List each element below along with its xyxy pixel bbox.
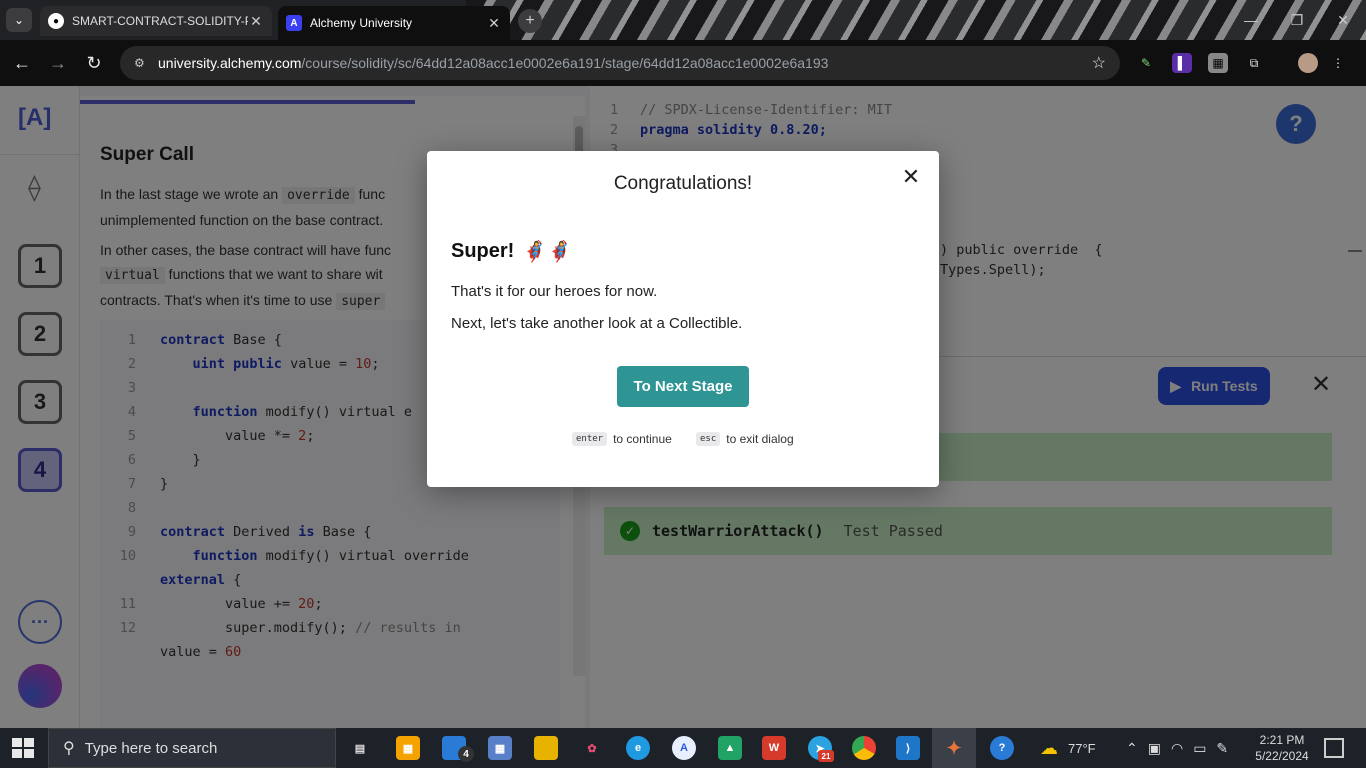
dialog-title: Congratulations!	[613, 173, 753, 194]
weather-temp: 77°F	[1068, 740, 1096, 756]
url-host: university.alchemy.com	[158, 55, 302, 71]
enter-key: enter	[572, 432, 608, 446]
clock-time: 2:21 PM	[1259, 733, 1305, 747]
app-icon[interactable]: ✿	[580, 736, 604, 760]
address-bar[interactable]: ⚙ university.alchemy.com/course/solidity…	[120, 46, 1120, 80]
camera-icon[interactable]: ▣	[1148, 740, 1161, 757]
app-icon[interactable]: ✦	[942, 736, 966, 760]
wps-icon[interactable]: W	[762, 736, 786, 760]
mail-badge: 4	[458, 746, 474, 762]
edge-icon[interactable]: e	[626, 736, 650, 760]
back-icon[interactable]: ←	[10, 51, 34, 75]
congratulations-dialog: Congratulations! ✕ Super! 🦸‍♀️🦸‍♀️ That'…	[427, 151, 939, 487]
file-explorer-icon[interactable]	[534, 736, 558, 760]
vscode-icon[interactable]: ⟩	[896, 736, 920, 760]
telegram-badge: 21	[818, 750, 834, 762]
esc-hint: esc to exit dialog	[696, 432, 794, 446]
battery-icon[interactable]: ▭	[1193, 740, 1206, 757]
esc-key: esc	[696, 432, 721, 446]
dialog-heading: Super! 🦸‍♀️🦸‍♀️	[451, 240, 573, 263]
tab-search-button[interactable]: ⌄	[6, 8, 32, 32]
stocks-icon[interactable]: ▲	[718, 736, 742, 760]
next-stage-button[interactable]: To Next Stage	[617, 366, 749, 407]
wifi-icon[interactable]: ◠	[1171, 740, 1183, 757]
dialog-text-2: Next, let's take another look at a Colle…	[451, 315, 743, 332]
chevron-up-icon[interactable]: ⌃	[1126, 740, 1138, 757]
search-placeholder: Type here to search	[84, 739, 218, 757]
task-view-icon[interactable]: ▤	[348, 736, 372, 760]
superhero-emoji: 🦸‍♀️🦸‍♀️	[522, 241, 573, 263]
extension-icon[interactable]: ✎	[1136, 53, 1156, 73]
clock-date: 5/22/2024	[1255, 749, 1309, 763]
browser-toolbar: ← → ↻ ⚙ university.alchemy.com/course/so…	[0, 40, 1366, 86]
system-tray: ⌃ ▣ ◠ ▭ ✎	[1126, 728, 1228, 768]
tab-github[interactable]: ● SMART-CONTRACT-SOLIDITY-P ✕	[40, 6, 272, 36]
close-window-icon[interactable]: ✕	[1328, 8, 1358, 32]
help-icon[interactable]: ?	[990, 736, 1014, 760]
weather-widget[interactable]: ☁ 77°F	[1040, 728, 1096, 768]
close-tab-icon[interactable]: ✕	[248, 13, 264, 30]
app-store-icon[interactable]: A	[672, 736, 696, 760]
tab-strip-background	[466, 0, 1366, 40]
site-info-icon[interactable]: ⚙	[134, 56, 148, 70]
tab-title: Alchemy University	[310, 16, 413, 30]
alchemy-icon: A	[286, 15, 302, 31]
windows-taskbar: ⚲ Type here to search ▤ ▦ 4 ▦ ✿ e A ▲ W …	[0, 728, 1366, 768]
store-icon[interactable]: ▦	[396, 736, 420, 760]
pen-icon[interactable]: ✎	[1216, 740, 1228, 757]
extension-icon[interactable]: ▌	[1172, 53, 1192, 73]
chrome-icon[interactable]	[852, 736, 876, 760]
bookmark-star-icon[interactable]: ☆	[1092, 53, 1106, 73]
profile-avatar[interactable]	[1298, 53, 1318, 73]
browser-tab-strip: ⌄ ● SMART-CONTRACT-SOLIDITY-P ✕ A Alchem…	[0, 0, 1366, 40]
clock[interactable]: 2:21 PM 5/22/2024	[1250, 732, 1314, 764]
calculator-icon[interactable]: ▦	[488, 736, 512, 760]
close-tab-icon[interactable]: ✕	[486, 15, 502, 32]
taskbar-search[interactable]: ⚲ Type here to search	[48, 728, 336, 768]
close-icon[interactable]: ✕	[897, 163, 925, 191]
more-menu-icon[interactable]: ⋮	[1328, 53, 1348, 73]
github-icon: ●	[48, 13, 64, 29]
windows-start-icon[interactable]	[12, 738, 34, 758]
search-icon: ⚲	[63, 740, 75, 757]
tab-alchemy-university[interactable]: A Alchemy University ✕	[278, 6, 510, 40]
url-path: /course/solidity/sc/64dd12a08acc1e0002e6…	[301, 55, 829, 71]
reload-icon[interactable]: ↻	[82, 51, 106, 75]
notification-icon[interactable]	[1324, 738, 1344, 758]
minimize-icon[interactable]: —	[1236, 8, 1266, 32]
tab-title: SMART-CONTRACT-SOLIDITY-P	[72, 14, 248, 28]
new-tab-button[interactable]: +	[518, 9, 542, 33]
restore-icon[interactable]: ❐	[1282, 8, 1312, 32]
puzzle-icon[interactable]: ⧉	[1244, 53, 1264, 73]
dialog-text-1: That's it for our heroes for now.	[451, 283, 658, 300]
extension-icon[interactable]: ▦	[1208, 53, 1228, 73]
weather-icon: ☁	[1040, 737, 1058, 758]
enter-hint: enter to continue	[572, 432, 672, 446]
forward-icon[interactable]: →	[46, 51, 70, 75]
